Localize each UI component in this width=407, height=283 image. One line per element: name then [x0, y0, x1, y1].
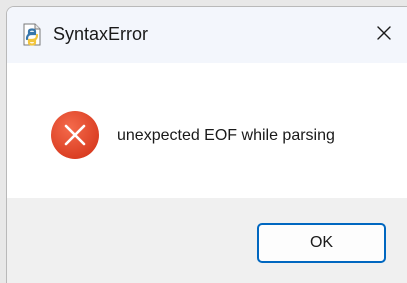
button-bar: OK	[7, 198, 407, 283]
close-button[interactable]	[361, 7, 407, 63]
close-icon	[376, 25, 392, 46]
error-icon	[50, 110, 100, 160]
message-area: unexpected EOF while parsing	[7, 63, 407, 198]
syntax-error-dialog: SyntaxError unexpected EOF while parsing…	[6, 6, 407, 283]
ok-button[interactable]: OK	[257, 223, 386, 263]
window-title: SyntaxError	[53, 24, 149, 44]
title-bar: SyntaxError	[7, 7, 407, 63]
error-message: unexpected EOF while parsing	[117, 127, 335, 144]
python-script-icon	[21, 23, 43, 47]
